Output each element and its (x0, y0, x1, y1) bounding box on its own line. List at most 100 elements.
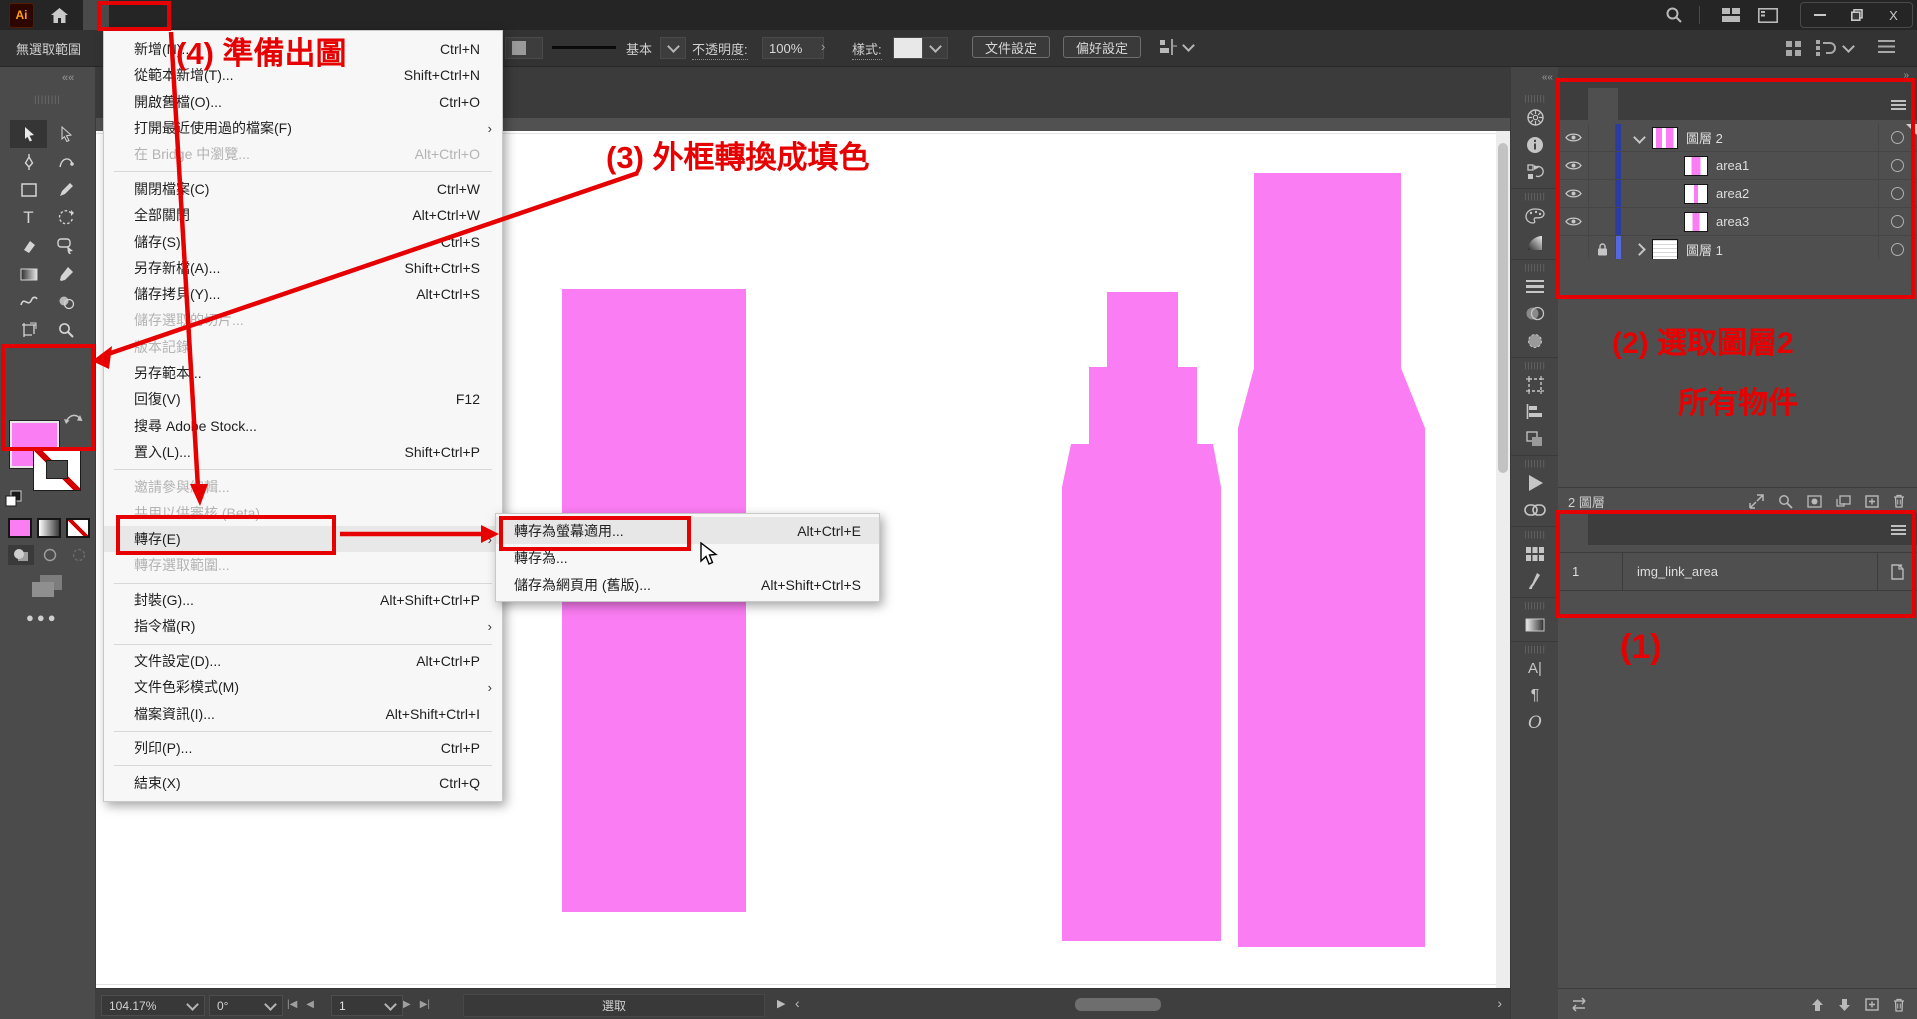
artboard-row[interactable]: 1 img_link_area (1558, 552, 1917, 591)
layer-thumbnail[interactable] (1684, 156, 1708, 176)
file-menu-item[interactable]: 封裝(G)... Alt+Shift+Ctrl+P › (104, 587, 502, 613)
file-menu-item[interactable]: 文件色彩模式(M) › (104, 674, 502, 700)
dock-grip[interactable]: ||||||| (1524, 94, 1546, 104)
close-icon[interactable]: X (1875, 3, 1912, 27)
file-menu-item[interactable]: 開啟舊檔(O)... Ctrl+O › (104, 89, 502, 115)
stroke-preset[interactable]: 基本 (626, 39, 652, 58)
file-menu-item[interactable]: 關閉檔案(C) Ctrl+W › (104, 176, 502, 202)
shape-builder-tool[interactable] (47, 288, 84, 316)
stroke-preset-dropdown[interactable] (660, 37, 686, 59)
file-menu-item[interactable]: 指令檔(R) › (104, 613, 502, 639)
layer-row[interactable]: area1 (1558, 152, 1917, 180)
dock-grip[interactable]: ||||||| (1524, 601, 1546, 611)
file-menu-item[interactable]: 結束(X) Ctrl+Q › (104, 770, 502, 796)
align-dropdown[interactable] (1158, 39, 1193, 55)
panel-tab[interactable] (1558, 88, 1588, 120)
file-menu-item[interactable]: 打開最近使用過的檔案(F) › (104, 115, 502, 141)
move-up-icon[interactable] (1811, 998, 1824, 1012)
arrange-grid-icon[interactable] (1786, 41, 1801, 56)
zoom-level-dropdown[interactable]: 104.17% (101, 995, 205, 1016)
expand-chevron-icon[interactable] (1626, 189, 1684, 198)
paragraph-icon[interactable]: ¶ (1511, 682, 1559, 709)
vertical-scrollbar-thumb[interactable] (1498, 143, 1508, 473)
stroke-icon[interactable] (1511, 273, 1559, 300)
export-submenu-item[interactable]: 轉存為... (496, 544, 879, 571)
dock-grip[interactable]: ||||||| (1524, 263, 1546, 273)
artwork-bottle-large[interactable] (1238, 173, 1425, 947)
opacity-value[interactable]: 100% (762, 37, 824, 59)
gradient-bar-icon[interactable] (1511, 611, 1559, 638)
pen-tool[interactable] (10, 148, 47, 176)
default-fill-stroke-icon[interactable] (5, 490, 23, 508)
none-button[interactable] (66, 518, 90, 538)
appearance-icon[interactable] (1511, 327, 1559, 354)
file-menu-item[interactable]: 儲存(S) Ctrl+S › (104, 228, 502, 254)
gradient-icon[interactable] (1511, 229, 1559, 256)
file-menu-item[interactable]: 文件設定(D)... Alt+Ctrl+P › (104, 648, 502, 674)
document-layout-icon[interactable] (1758, 8, 1778, 23)
target-circle[interactable] (1891, 215, 1904, 228)
menu-item[interactable] (213, 0, 239, 30)
dock-grip[interactable]: ||||||| (1524, 192, 1546, 202)
eyedropper-tool[interactable] (47, 260, 84, 288)
fill-swatch-dropdown[interactable] (505, 37, 543, 59)
artboard-tool[interactable] (10, 316, 47, 344)
scroll-right-icon[interactable]: › (1497, 995, 1502, 1011)
swatches-icon[interactable] (1511, 540, 1559, 567)
collapse-toolbar-icon[interactable]: «« (62, 72, 74, 84)
style-dropdown[interactable] (922, 37, 948, 59)
export-submenu-item[interactable]: 轉存為螢幕適用... Alt+Ctrl+E (496, 517, 879, 544)
direct-selection-tool[interactable] (47, 120, 84, 148)
arrange-documents-icon[interactable] (1816, 39, 1853, 57)
next-artboard-icon[interactable]: ▶ (403, 999, 411, 1010)
toolbar-grip[interactable]: |||||||| (0, 94, 95, 104)
menu-item[interactable] (291, 0, 317, 30)
layer-row[interactable]: area2 (1558, 180, 1917, 208)
opentype-icon[interactable]: O (1511, 709, 1559, 736)
dock-grip[interactable]: ||||||| (1524, 530, 1546, 540)
visibility-eye-icon[interactable] (1558, 208, 1589, 235)
layer-name[interactable]: 圖層 1 (1686, 240, 1723, 259)
file-menu-item[interactable]: 另存新檔(A)... Shift+Ctrl+S › (104, 255, 502, 281)
width-tool[interactable] (10, 288, 47, 316)
panel-tab[interactable] (1588, 513, 1618, 545)
dock-grip[interactable]: ||||||| (1524, 459, 1546, 469)
color-button[interactable] (8, 518, 32, 538)
workspace-grid-icon[interactable] (1722, 8, 1740, 22)
expand-chevron-icon[interactable] (1626, 133, 1652, 142)
restore-icon[interactable] (1838, 3, 1875, 27)
file-menu-item[interactable]: 在 Bridge 中瀏覽... Alt+Ctrl+O › (104, 141, 502, 167)
vertical-scrollbar[interactable] (1496, 131, 1510, 988)
lasso-select-tool[interactable] (47, 232, 84, 260)
edit-toolbar-dots[interactable]: ●●● (26, 610, 59, 625)
delete-artboard-icon[interactable] (1893, 998, 1905, 1012)
file-menu-item[interactable]: 版本記錄 › (104, 334, 502, 360)
file-menu-item[interactable]: 回復(V) F12 › (104, 386, 502, 412)
file-menu-item[interactable]: 全部關閉 Alt+Ctrl+W › (104, 202, 502, 228)
panel-tab[interactable] (1558, 513, 1588, 545)
layer-name[interactable]: area1 (1716, 158, 1749, 173)
draw-normal-icon[interactable] (8, 545, 34, 565)
collapse-panel-icon[interactable]: » (1903, 70, 1909, 81)
locate-object-icon[interactable] (1778, 494, 1793, 509)
expand-chevron-icon[interactable] (1626, 161, 1684, 170)
lock-icon[interactable] (1589, 152, 1616, 179)
rotation-dropdown[interactable]: 0° (209, 995, 283, 1016)
gradient-button[interactable] (37, 518, 61, 538)
dock-grip[interactable]: ||||||| (1524, 361, 1546, 371)
zoom-tool[interactable] (47, 316, 84, 344)
dock-grip[interactable]: ||||||| (1524, 645, 1546, 655)
file-menu-item[interactable]: 另存範本... › (104, 360, 502, 386)
home-icon[interactable] (50, 7, 69, 24)
history-icon[interactable] (1511, 158, 1559, 185)
align-panel-icon[interactable] (1511, 398, 1559, 425)
layer-thumbnail[interactable] (1652, 239, 1678, 261)
panel-tab[interactable] (1588, 88, 1618, 120)
artboard-name[interactable]: img_link_area (1623, 564, 1718, 579)
color-icon[interactable] (1511, 202, 1559, 229)
menu-item[interactable] (109, 0, 135, 30)
gradient-tool[interactable] (10, 260, 47, 288)
menu-item[interactable] (265, 0, 291, 30)
stroke-color-swatch[interactable] (33, 448, 81, 491)
menu-item[interactable] (83, 0, 109, 30)
